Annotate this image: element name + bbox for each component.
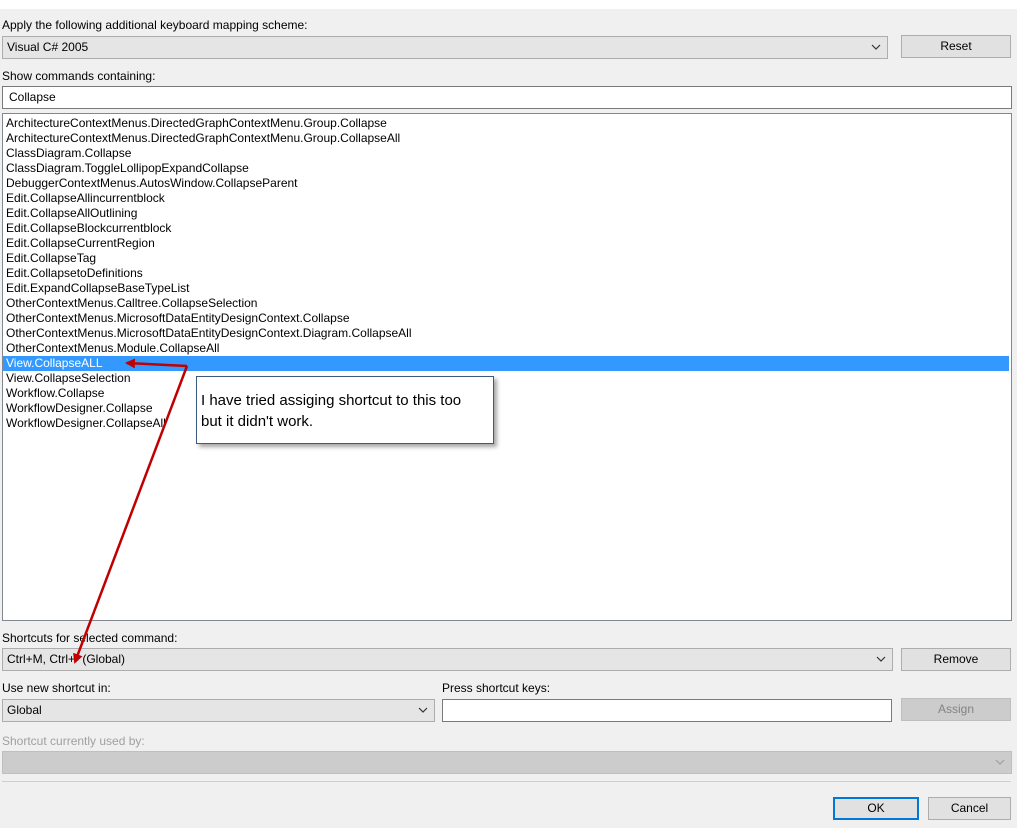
- chevron-down-icon: [995, 759, 1005, 765]
- list-item[interactable]: View.CollapseSelection: [3, 371, 1009, 386]
- annotation-line-1: I have tried assiging shortcut to this t…: [201, 392, 462, 409]
- list-item[interactable]: ArchitectureContextMenus.DirectedGraphCo…: [3, 131, 1009, 146]
- list-item[interactable]: OtherContextMenus.MicrosoftDataEntityDes…: [3, 326, 1009, 341]
- chevron-down-icon: [876, 656, 886, 662]
- list-item[interactable]: OtherContextMenus.Calltree.CollapseSelec…: [3, 296, 1009, 311]
- list-item[interactable]: Workflow.Collapse: [3, 386, 1009, 401]
- list-item[interactable]: Edit.CollapseAllincurrentblock: [3, 191, 1009, 206]
- shortcuts-value: Ctrl+M, Ctrl+- (Global): [7, 652, 126, 666]
- use-new-shortcut-label: Use new shortcut in:: [2, 681, 111, 695]
- list-item[interactable]: Edit.CollapseCurrentRegion: [3, 236, 1009, 251]
- annotation-line-2: but it didn't work.: [201, 413, 314, 430]
- annotation-callout: I have tried assiging shortcut to this t…: [196, 376, 494, 444]
- shortcut-currently-used-dropdown[interactable]: [2, 751, 1012, 774]
- commands-listbox[interactable]: ArchitectureContextMenus.DirectedGraphCo…: [2, 113, 1012, 621]
- press-shortcut-keys-input[interactable]: [442, 699, 892, 722]
- list-item[interactable]: Edit.CollapseBlockcurrentblock: [3, 221, 1009, 236]
- list-item[interactable]: ClassDiagram.Collapse: [3, 146, 1009, 161]
- shortcuts-dropdown[interactable]: Ctrl+M, Ctrl+- (Global): [2, 648, 893, 671]
- list-item[interactable]: OtherContextMenus.MicrosoftDataEntityDes…: [3, 311, 1009, 326]
- list-item[interactable]: WorkflowDesigner.CollapseAll: [3, 416, 1009, 431]
- mapping-scheme-value: Visual C# 2005: [7, 40, 89, 54]
- list-item[interactable]: Edit.CollapseAllOutlining: [3, 206, 1009, 221]
- remove-button[interactable]: Remove: [901, 648, 1011, 671]
- list-item[interactable]: Edit.ExpandCollapseBaseTypeList: [3, 281, 1009, 296]
- list-item[interactable]: OtherContextMenus.Module.CollapseAll: [3, 341, 1009, 356]
- top-strip: [0, 0, 1017, 9]
- chevron-down-icon: [418, 707, 428, 713]
- mapping-scheme-dropdown[interactable]: Visual C# 2005: [2, 36, 888, 59]
- list-item[interactable]: ArchitectureContextMenus.DirectedGraphCo…: [3, 116, 1009, 131]
- list-item[interactable]: Edit.CollapsetoDefinitions: [3, 266, 1009, 281]
- show-commands-label: Show commands containing:: [2, 69, 156, 83]
- shortcuts-for-command-label: Shortcuts for selected command:: [2, 631, 178, 645]
- list-item[interactable]: Edit.CollapseTag: [3, 251, 1009, 266]
- use-shortcut-in-value: Global: [7, 703, 42, 717]
- list-item[interactable]: View.CollapseALL: [3, 356, 1009, 371]
- reset-button[interactable]: Reset: [901, 35, 1011, 58]
- chevron-down-icon: [871, 44, 881, 50]
- ok-button[interactable]: OK: [833, 797, 919, 820]
- mapping-scheme-label: Apply the following additional keyboard …: [2, 18, 308, 32]
- assign-button[interactable]: Assign: [901, 698, 1011, 721]
- list-item[interactable]: ClassDiagram.ToggleLollipopExpandCollaps…: [3, 161, 1009, 176]
- shortcut-currently-used-label: Shortcut currently used by:: [2, 734, 145, 748]
- press-shortcut-keys-label: Press shortcut keys:: [442, 681, 551, 695]
- command-search-input[interactable]: Collapse: [2, 86, 1012, 109]
- footer-separator: [2, 781, 1011, 782]
- cancel-button[interactable]: Cancel: [928, 797, 1011, 820]
- use-shortcut-in-dropdown[interactable]: Global: [2, 699, 435, 722]
- list-item[interactable]: DebuggerContextMenus.AutosWindow.Collaps…: [3, 176, 1009, 191]
- list-item[interactable]: WorkflowDesigner.Collapse: [3, 401, 1009, 416]
